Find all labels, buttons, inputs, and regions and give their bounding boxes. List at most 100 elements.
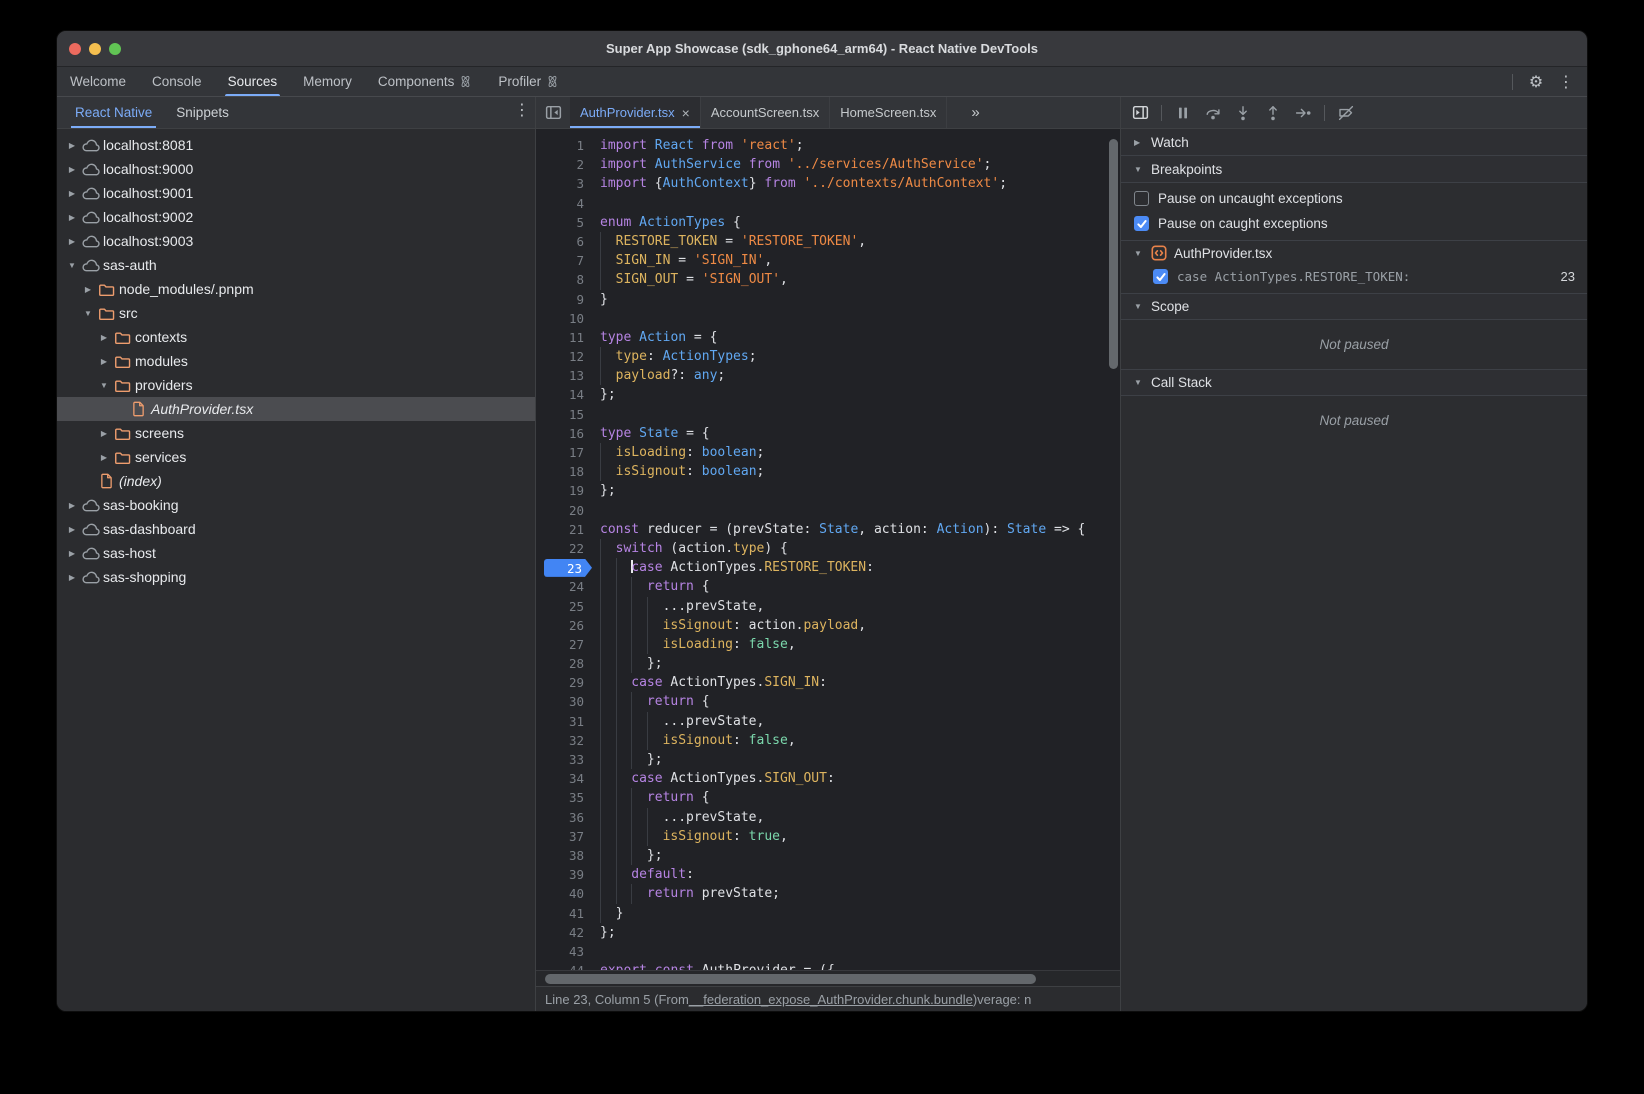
code-line[interactable]: 44export const AuthProvider = ({ [536,961,1120,970]
code-line[interactable]: 9} [536,290,1120,309]
section-watch[interactable]: ▶Watch [1121,129,1587,156]
more-tabs-icon[interactable]: » [961,97,988,128]
step-over-icon[interactable] [1198,100,1228,126]
step-icon[interactable] [1288,100,1318,126]
gear-icon[interactable]: ⚙ [1523,69,1549,95]
tree-item-localhost-9000[interactable]: ▶localhost:9000 [57,157,535,181]
line-number[interactable]: 6 [536,232,600,251]
tree-item-providers[interactable]: ▼providers [57,373,535,397]
line-number[interactable]: 16 [536,424,600,443]
main-tab-components[interactable]: Components [365,67,486,96]
zoom-window-button[interactable] [109,43,121,55]
tree-item-node-modules-pnpm[interactable]: ▶node_modules/.pnpm [57,277,535,301]
step-out-icon[interactable] [1258,100,1288,126]
code-line[interactable]: 36...prevState, [536,808,1120,827]
chevron-down-icon[interactable]: ▼ [97,381,111,390]
deactivate-breakpoints-icon[interactable] [1331,100,1361,126]
line-number[interactable]: 12 [536,347,600,366]
code-line[interactable]: 25...prevState, [536,597,1120,616]
line-number[interactable]: 21 [536,520,600,539]
line-number[interactable]: 28 [536,654,600,673]
code-line[interactable]: 28}; [536,654,1120,673]
line-number[interactable]: 36 [536,808,600,827]
code-line[interactable]: 22switch (action.type) { [536,539,1120,558]
chevron-right-icon[interactable]: ▶ [65,165,79,174]
chevron-right-icon[interactable]: ▶ [65,213,79,222]
panel-right-icon[interactable] [1125,100,1155,126]
line-number[interactable]: 10 [536,309,600,328]
code-line[interactable]: 42}; [536,923,1120,942]
source-bundle-link[interactable]: __federation_expose_AuthProvider.chunk.b… [689,992,973,1007]
code-line[interactable]: 33}; [536,750,1120,769]
chevron-right-icon[interactable]: ▶ [65,549,79,558]
chevron-right-icon[interactable]: ▶ [97,333,111,342]
tree-item-screens[interactable]: ▶screens [57,421,535,445]
line-number[interactable]: 18 [536,462,600,481]
code-line[interactable]: 12type: ActionTypes; [536,347,1120,366]
code-line[interactable]: 11type Action = { [536,328,1120,347]
line-number[interactable]: 31 [536,712,600,731]
tree-item-sas-host[interactable]: ▶sas-host [57,541,535,565]
line-number[interactable]: 41 [536,904,600,923]
code-line[interactable]: 24return { [536,577,1120,596]
code-line[interactable]: 32isSignout: false, [536,731,1120,750]
tree-item-authprovider-tsx[interactable]: AuthProvider.tsx [57,397,535,421]
code-line[interactable]: 43 [536,942,1120,961]
code-line[interactable]: 3import {AuthContext} from '../contexts/… [536,174,1120,193]
exception-checkbox-row[interactable]: Pause on uncaught exceptions [1121,186,1587,211]
editor-tab-authprovider.tsx[interactable]: AuthProvider.tsx× [570,97,701,128]
kebab-menu-icon[interactable]: ⋮ [509,97,535,123]
pause-icon[interactable] [1168,100,1198,126]
checkbox-checked[interactable] [1153,269,1168,284]
line-number[interactable]: 7 [536,251,600,270]
line-number[interactable]: 32 [536,731,600,750]
code-line[interactable]: 34case ActionTypes.SIGN_OUT: [536,769,1120,788]
code-line[interactable]: 29case ActionTypes.SIGN_IN: [536,673,1120,692]
code-line[interactable]: 27isLoading: false, [536,635,1120,654]
step-into-icon[interactable] [1228,100,1258,126]
chevron-right-icon[interactable]: ▶ [65,501,79,510]
tree-item-contexts[interactable]: ▶contexts [57,325,535,349]
horizontal-scrollbar[interactable] [536,970,1120,986]
line-number[interactable]: 5 [536,213,600,232]
panel-left-icon[interactable] [536,97,570,128]
line-number[interactable]: 42 [536,923,600,942]
code-line[interactable]: 21const reducer = (prevState: State, act… [536,520,1120,539]
tree-item-src[interactable]: ▼src [57,301,535,325]
code-line[interactable]: 40return prevState; [536,884,1120,903]
line-number[interactable]: 37 [536,827,600,846]
code-line[interactable]: 39default: [536,865,1120,884]
line-number[interactable]: 40 [536,884,600,903]
tree-item-localhost-9003[interactable]: ▶localhost:9003 [57,229,535,253]
kebab-menu-icon[interactable]: ⋮ [1553,69,1579,95]
line-number[interactable]: 25 [536,597,600,616]
line-number[interactable]: 17 [536,443,600,462]
breakpoint-file-group[interactable]: ▼AuthProvider.tsx [1121,240,1587,265]
tree-item-sas-booking[interactable]: ▶sas-booking [57,493,535,517]
chevron-down-icon[interactable]: ▼ [65,261,79,270]
chevron-right-icon[interactable]: ▶ [65,573,79,582]
code-line[interactable]: 37isSignout: true, [536,827,1120,846]
line-number[interactable]: 44 [536,961,600,970]
code-line[interactable]: 6RESTORE_TOKEN = 'RESTORE_TOKEN', [536,232,1120,251]
line-number[interactable]: 19 [536,481,600,500]
code-line[interactable]: 20 [536,501,1120,520]
code-line[interactable]: 23case ActionTypes.RESTORE_TOKEN: [536,558,1120,577]
tree-item-localhost-8081[interactable]: ▶localhost:8081 [57,133,535,157]
code-line[interactable]: 30return { [536,692,1120,711]
tree-item-modules[interactable]: ▶modules [57,349,535,373]
line-number[interactable]: 15 [536,405,600,424]
tree-item-services[interactable]: ▶services [57,445,535,469]
code-line[interactable]: 14}; [536,385,1120,404]
chevron-right-icon[interactable]: ▶ [97,357,111,366]
main-tab-welcome[interactable]: Welcome [57,67,139,96]
code-line[interactable]: 18isSignout: boolean; [536,462,1120,481]
chevron-down-icon[interactable]: ▼ [81,309,95,318]
scrollbar-thumb[interactable] [545,974,1036,984]
close-window-button[interactable] [69,43,81,55]
line-number[interactable]: 9 [536,290,600,309]
main-tab-console[interactable]: Console [139,67,215,96]
tab-react-native[interactable]: React Native [63,97,164,128]
line-number[interactable]: 14 [536,385,600,404]
line-number[interactable]: 38 [536,846,600,865]
